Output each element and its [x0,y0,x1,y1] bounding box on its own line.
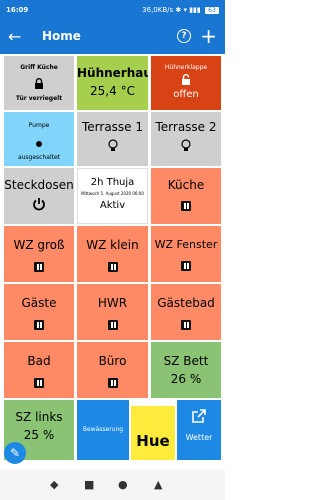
lightbulb-icon [151,138,221,157]
battery-icon: 63 [205,6,219,14]
tile-title: Pumpe [28,122,50,129]
nav-recents-icon[interactable]: ■ [84,478,94,491]
tile-title: WZ Fenster [154,238,218,251]
pause-icon [181,201,191,211]
tile-title: WZ klein [86,238,139,252]
tile-title: SZ Bett [163,354,209,368]
pause-icon [34,262,44,272]
tile-bewaesserung[interactable]: Bewässerung [77,400,129,460]
tile-terrasse-1[interactable]: Terrasse 1 [77,112,148,166]
nav-home-icon[interactable]: ● [118,478,128,491]
status-bar: 16:09 36,0KB/s ✱ ▾ ▮▮▮ 63 [0,0,225,20]
pause-icon [34,378,44,388]
tile-wetter[interactable]: Wetter [177,400,221,460]
network-speed: 36,0KB/s [142,6,174,14]
tile-title: WZ groß [13,238,65,252]
tile-value: 26 % [170,372,202,386]
power-icon [4,196,74,215]
tile-title: Bad [27,354,51,368]
tile-sz-bett[interactable]: SZ Bett 26 % [151,342,221,398]
tile-title: Terrasse 2 [155,120,217,134]
tile-title: Hühnerhaus [77,66,148,80]
tile-title: Wetter [185,433,213,442]
tile-title: Hühnerklappe [164,64,208,71]
tile-huehnerklappe[interactable]: Hühnerklappe offen [151,56,221,110]
tile-title: Gästebad [157,296,215,310]
pause-icon [181,261,191,271]
pencil-icon: ✎ [9,446,21,460]
page-title: Home [42,29,81,43]
tile-status: ausgeschaltet [17,154,61,161]
tile-wz-klein[interactable]: WZ klein [77,226,148,282]
tile-title: 2h Thuja [90,177,135,188]
pause-icon [107,320,118,330]
tile-kueche[interactable]: Küche [151,168,221,224]
tile-griff-kueche[interactable]: Griff Küche Tür verriegelt [4,56,74,110]
signal-icons: ✱ ▾ ▮▮▮ [175,6,201,14]
pause-icon [107,378,118,388]
tile-value: 25 % [23,428,55,442]
tile-grid: Griff Küche Tür verriegelt Hühnerhaus 25… [0,54,225,460]
pause-icon [34,320,44,330]
nav-diamond-icon[interactable]: ◆ [50,478,58,491]
tile-title: Steckdosen [4,178,74,192]
tile-title: Terrasse 1 [81,120,144,134]
tile-hue[interactable]: Hue [131,406,175,460]
tile-title: Küche [167,178,205,192]
lock-open-icon [151,74,221,88]
status-right: 36,0KB/s ✱ ▾ ▮▮▮ 63 [142,6,219,14]
tile-gaestebad[interactable]: Gästebad [151,284,221,340]
pump-icon [4,133,74,152]
lock-icon [4,74,74,93]
app-bar: ← Home ? + [0,20,225,54]
tile-huehnerhaus[interactable]: Hühnerhaus 25,4 °C [77,56,148,110]
back-arrow-icon[interactable]: ← [8,27,21,47]
tile-title: HWR [97,296,128,310]
tile-wz-fenster[interactable]: WZ Fenster [151,226,221,282]
tile-title: Bewässerung [82,426,124,433]
tile-buero[interactable]: Büro [77,342,148,398]
pause-icon [107,262,118,272]
open-external-icon [177,408,221,427]
tile-bad[interactable]: Bad [4,342,74,398]
tile-status: Tür verriegelt [15,95,63,102]
nav-back-icon[interactable]: ▲ [154,478,162,491]
add-icon[interactable]: + [200,24,217,48]
tile-status: offen [173,89,199,100]
lightbulb-icon [77,138,148,157]
pause-icon [181,320,191,330]
tile-steckdosen[interactable]: Steckdosen [4,168,74,224]
tile-terrasse-2[interactable]: Terrasse 2 [151,112,221,166]
tile-title: Büro [98,354,127,368]
tile-status: Aktiv [99,200,126,211]
tile-gaeste[interactable]: Gäste [4,284,74,340]
tile-wz-gross[interactable]: WZ groß [4,226,74,282]
tile-value: 25,4 °C [90,84,135,98]
edit-fab[interactable]: ✎ [4,442,26,464]
tile-subtitle: Mittwoch 5. August 2020 06:00 [81,191,144,196]
help-icon[interactable]: ? [177,29,191,43]
system-nav-bar: ◆ ■ ● ▲ [0,470,225,500]
status-time: 16:09 [6,6,29,14]
tile-title: SZ links [15,410,63,424]
tile-title: Griff Küche [20,64,58,71]
tile-pumpe[interactable]: Pumpe ausgeschaltet [4,112,74,166]
tile-hwr[interactable]: HWR [77,284,148,340]
tile-title: Gäste [21,296,57,310]
tile-thuja[interactable]: 2h Thuja Mittwoch 5. August 2020 06:00 A… [77,168,148,224]
tile-title: Hue [136,432,170,450]
